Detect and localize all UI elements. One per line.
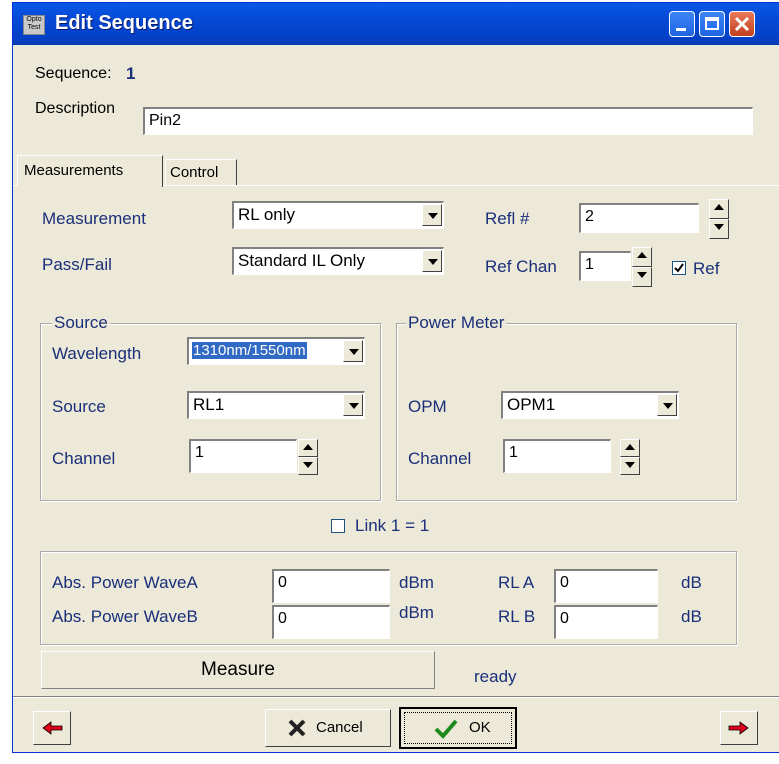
source-label: Source [52,397,106,416]
wavelength-value: 1310nm/1550nm [192,342,307,359]
spin-up-icon[interactable] [632,247,652,267]
close-button[interactable] [729,11,755,37]
link-checkbox[interactable] [331,519,345,533]
app-icon-text-bottom: Test [27,24,41,31]
rl-b-input[interactable]: 0 [554,605,658,639]
tab-measurements[interactable]: Measurements [17,155,163,187]
left-arrow-icon [42,721,63,735]
source-value: RL1 [193,395,225,414]
rl-a-input[interactable]: 0 [554,569,658,603]
source-select[interactable]: RL1 [187,391,365,419]
refl-label: Refl # [485,209,530,228]
checkmark-icon [674,263,684,273]
description-input[interactable]: Pin2 [143,107,753,135]
source-group-title: Source [52,313,110,333]
pm-channel-spinner[interactable] [620,439,640,475]
app-icon[interactable]: Opto Test [23,15,45,35]
rl-a-label: RL A [498,573,535,592]
window-title: Edit Sequence [55,12,193,34]
edit-sequence-window: Opto Test Edit Sequence Sequence: 1 Desc… [12,2,779,753]
chevron-down-icon[interactable] [422,250,442,272]
cancel-button[interactable]: Cancel [265,709,391,747]
wavelength-select[interactable]: 1310nm/1550nm [187,337,365,365]
spin-down-icon[interactable] [632,267,652,287]
pass-fail-label: Pass/Fail [42,255,112,274]
rl-b-unit: dB [681,607,702,626]
ref-checkbox-label: Ref [693,259,720,278]
wavelength-label: Wavelength [52,344,142,363]
measurement-label: Measurement [42,209,146,228]
tab-control[interactable]: Control [165,159,237,185]
cancel-x-icon [288,719,306,737]
abs-wave-a-unit: dBm [399,573,434,592]
spin-up-icon[interactable] [709,199,729,219]
spin-up-icon[interactable] [620,439,640,457]
chevron-down-icon[interactable] [422,204,442,226]
minimize-icon [676,28,686,31]
abs-wave-b-label: Abs. Power WaveB [52,607,198,626]
measure-button[interactable]: Measure [41,651,435,689]
source-channel-spinner[interactable] [298,439,318,475]
maximize-button[interactable] [699,11,725,37]
pass-fail-select[interactable]: Standard IL Only [232,247,444,275]
previous-button[interactable] [33,711,71,745]
ok-button[interactable]: OK [399,707,517,749]
minimize-button[interactable] [669,11,695,37]
abs-wave-b-unit: dBm [399,603,434,622]
refl-input[interactable]: 2 [579,203,699,233]
ok-check-icon [434,719,458,739]
app-icon-text-top: Opto [26,16,42,23]
ref-chan-label: Ref Chan [485,257,557,276]
refl-spinner[interactable] [709,199,729,239]
source-channel-input[interactable]: 1 [189,439,297,473]
abs-wave-b-input[interactable]: 0 [272,605,390,639]
pm-channel-label: Channel [408,449,472,468]
abs-wave-a-input[interactable]: 0 [272,569,390,603]
opm-select[interactable]: OPM1 [501,391,679,419]
ref-checkbox[interactable] [672,261,686,275]
rl-a-unit: dB [681,573,702,592]
pm-channel-input[interactable]: 1 [503,439,611,473]
spin-down-icon[interactable] [709,219,729,239]
sequence-label: Sequence: [35,65,112,82]
ref-chan-spinner[interactable] [632,247,652,287]
right-arrow-icon [728,721,749,735]
measurement-value: RL only [238,205,296,224]
ref-chan-input[interactable]: 1 [579,251,631,281]
spin-down-icon[interactable] [298,457,318,475]
measurement-select[interactable]: RL only [232,201,444,229]
tab-measurements-label: Measurements [24,162,124,179]
measure-button-label: Measure [201,659,275,680]
ok-button-label: OK [469,719,491,736]
close-icon [734,16,750,32]
power-meter-group-title: Power Meter [406,313,507,333]
sequence-value: 1 [126,64,136,83]
rl-b-label: RL B [498,607,536,626]
title-bar[interactable]: Opto Test Edit Sequence [13,3,779,45]
spin-up-icon[interactable] [298,439,318,457]
abs-wave-a-label: Abs. Power WaveA [52,573,198,592]
pass-fail-value: Standard IL Only [238,251,365,270]
spin-down-icon[interactable] [620,457,640,475]
opm-label: OPM [408,397,447,416]
next-button[interactable] [720,711,758,745]
cancel-button-label: Cancel [316,719,363,736]
source-channel-label: Channel [52,449,116,468]
footer-divider-highlight [13,697,779,698]
status-text: ready [474,667,517,686]
description-label: Description [35,100,116,117]
chevron-down-icon[interactable] [657,394,677,416]
tab-control-label: Control [170,164,219,181]
maximize-icon [705,17,719,30]
chevron-down-icon[interactable] [343,340,363,362]
opm-value: OPM1 [507,395,556,414]
chevron-down-icon[interactable] [343,394,363,416]
link-checkbox-label: Link 1 = 1 [355,516,430,535]
